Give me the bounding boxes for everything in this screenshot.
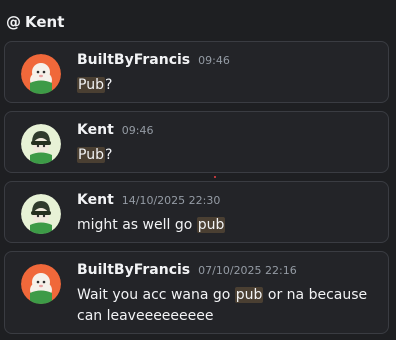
message-timestamp: 09:46 [198,54,230,67]
channel-title: Kent [25,13,65,31]
francis-avatar[interactable] [21,264,61,304]
message-author[interactable]: Kent [77,122,114,138]
message-timestamp: 07/10/2025 22:16 [198,264,297,277]
message-author[interactable]: BuiltByFrancis [77,262,190,278]
kent-avatar[interactable] [21,124,61,164]
message-content: Pub? [77,147,113,163]
message-card[interactable]: BuiltByFrancis 07/10/2025 22:16 Wait you… [4,251,389,334]
search-highlight: Pub [77,147,105,163]
message-content: Wait you acc wana go pub or na because c… [77,287,368,324]
message-card[interactable]: Kent 09:46 Pub? [4,111,389,173]
message-card[interactable]: Kent 14/10/2025 22:30 might as well go p… [4,181,389,243]
message-timestamp: 09:46 [121,124,154,137]
user-avatar-icon [21,194,61,234]
message-content: Pub? [77,77,113,93]
francis-avatar[interactable] [21,54,61,94]
message-author[interactable]: BuiltByFrancis [77,52,190,68]
message-author[interactable]: Kent [77,192,114,208]
search-highlight: pub [196,217,226,233]
user-avatar-icon [21,264,61,304]
kent-avatar[interactable] [21,194,61,234]
unread-marker [214,176,216,178]
search-highlight: pub [234,287,264,303]
message-card[interactable]: BuiltByFrancis 09:46 Pub? [4,41,389,103]
search-highlight: Pub [77,77,105,93]
user-avatar-icon [21,54,61,94]
channel-header: @ Kent [6,10,64,34]
at-icon: @ [6,13,21,31]
message-content: might as well go pub [77,217,226,233]
user-avatar-icon [21,124,61,164]
message-timestamp: 14/10/2025 22:30 [121,194,221,207]
